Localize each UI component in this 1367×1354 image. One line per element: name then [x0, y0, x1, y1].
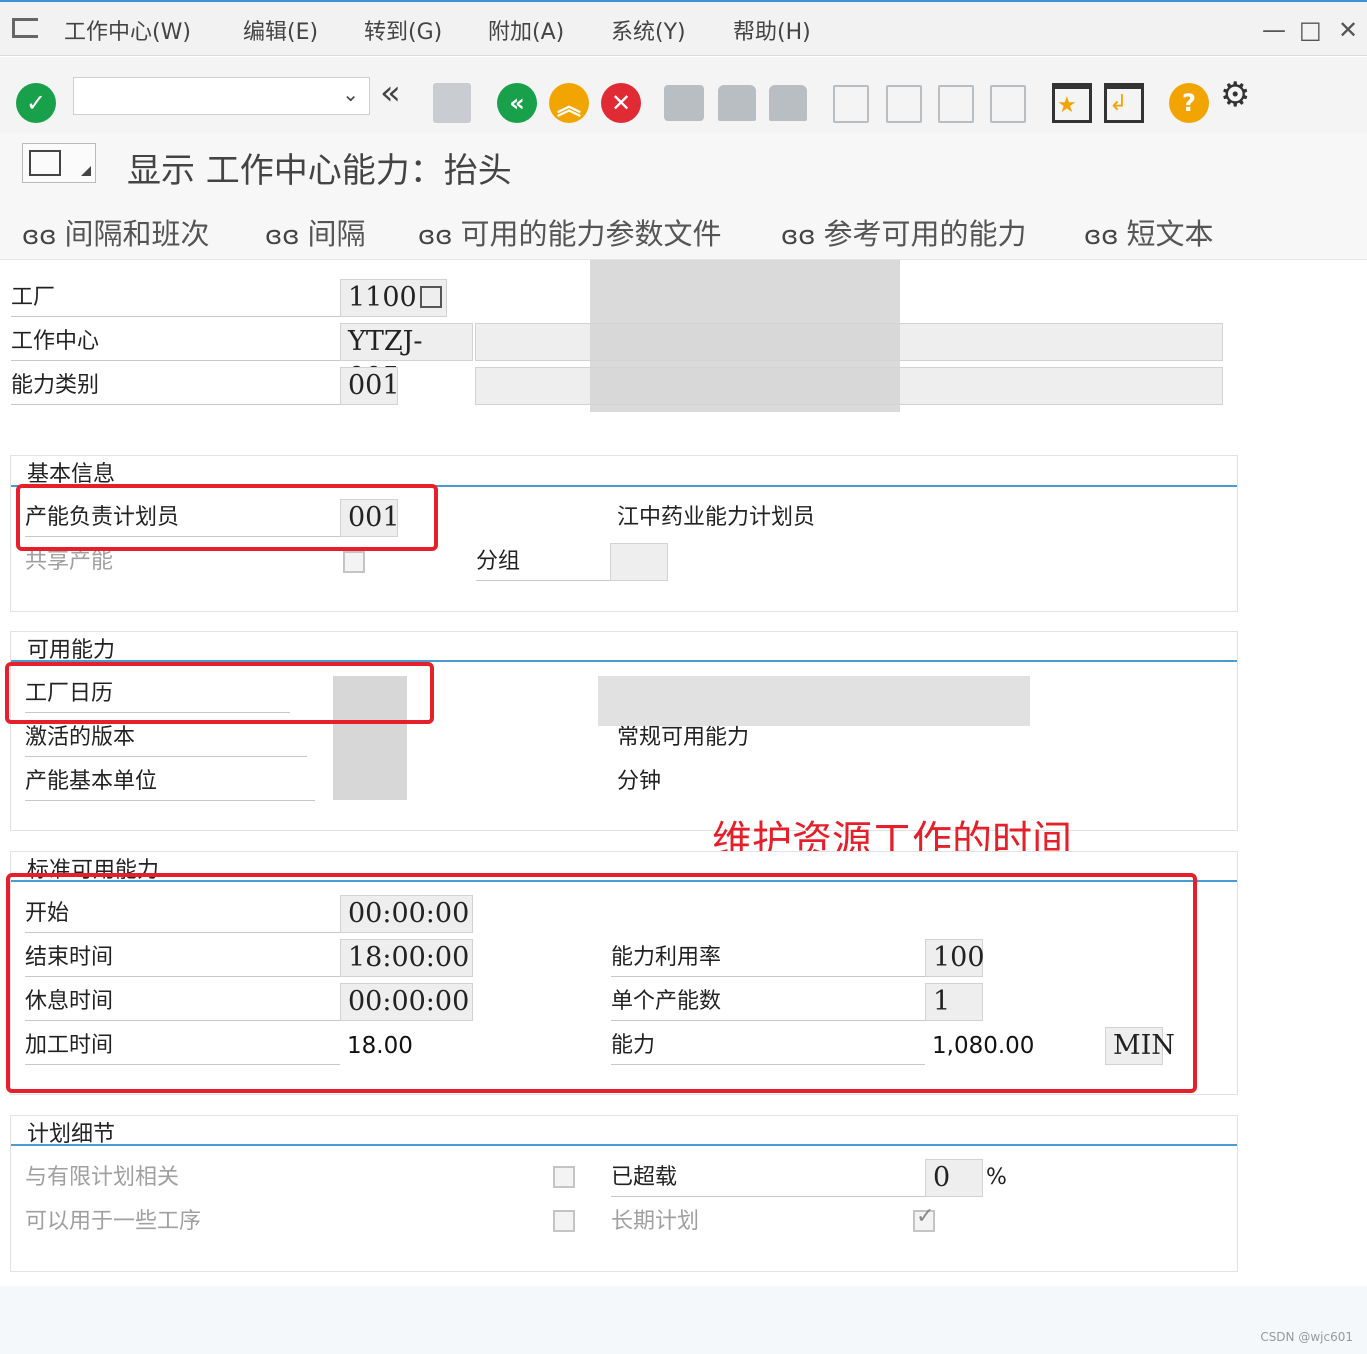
page-title: 显示 工作中心能力：抬头	[127, 151, 512, 191]
workcenter-label: 工作中心	[11, 323, 340, 361]
redacted-area	[590, 260, 900, 412]
find-next-icon[interactable]	[769, 85, 807, 121]
menu-bar: 工作中心(W) 编辑(E) 转到(G) 附加(A) 系统(Y) 帮助(H) — …	[0, 0, 1367, 56]
checkmark-icon: ✓	[916, 1204, 935, 1229]
shortcut-icon[interactable]: ↲	[1104, 83, 1144, 123]
value-help-icon[interactable]	[420, 286, 442, 308]
save-icon[interactable]	[433, 83, 471, 123]
command-field[interactable]: ⌄	[73, 77, 370, 115]
finite-scheduling-label: 与有限计划相关	[25, 1165, 180, 1190]
plant-field[interactable]: 1100	[340, 279, 447, 317]
finite-scheduling-checkbox[interactable]	[553, 1166, 575, 1188]
back-double-arrow-icon[interactable]: «	[380, 73, 401, 113]
short-text-button[interactable]: ɞɞ 短文本	[1084, 211, 1214, 253]
menu-extras[interactable]: 附加(A)	[488, 14, 564, 46]
intervals-button[interactable]: ɞɞ 间隔	[265, 211, 366, 253]
plant-value: 1100	[348, 282, 417, 313]
back-icon[interactable]: «	[497, 83, 537, 123]
reference-capacity-button[interactable]: ɞɞ 参考可用的能力	[781, 211, 1027, 253]
close-icon[interactable]: ✕	[1338, 16, 1358, 44]
menu-edit[interactable]: 编辑(E)	[243, 14, 318, 46]
glasses-icon: ɞɞ	[418, 221, 453, 251]
pooled-capacity-checkbox[interactable]	[343, 551, 365, 573]
overload-label: 已超载	[611, 1159, 925, 1197]
base-unit-label: 产能基本单位	[25, 763, 315, 801]
title-bar: 显示 工作中心能力：抬头	[0, 133, 1367, 197]
planning-details-divider	[11, 1144, 1237, 1146]
first-page-icon[interactable]	[833, 85, 869, 123]
settings-icon[interactable]: ⚙	[1220, 75, 1250, 115]
screen-icon	[29, 150, 61, 176]
active-version-label: 激活的版本	[25, 719, 307, 757]
cancel-icon[interactable]: ✕	[601, 83, 641, 123]
workcenter-field[interactable]: YTZJ-005	[340, 323, 473, 393]
maximize-icon[interactable]: □	[1299, 16, 1322, 44]
intervals-shifts-label: 间隔和班次	[64, 217, 210, 251]
minimize-icon[interactable]: —	[1262, 16, 1286, 44]
star-icon: ★	[1057, 93, 1077, 118]
highlight-standard-capacity	[6, 873, 1197, 1093]
overload-unit: %	[986, 1165, 1007, 1190]
available-capacity-profile-label: 可用的能力参数文件	[460, 217, 722, 251]
exit-icon[interactable]: ︽	[549, 83, 589, 123]
highlight-planner	[16, 484, 438, 551]
previous-page-icon[interactable]	[886, 85, 922, 123]
plant-label: 工厂	[11, 279, 340, 317]
footer-area	[0, 1286, 1367, 1354]
category-field[interactable]: 001	[340, 367, 400, 405]
planner-description: 江中药业能力计划员	[617, 505, 816, 530]
last-page-icon[interactable]	[990, 85, 1026, 123]
category-label: 能力类别	[11, 367, 340, 405]
watermark: CSDN @wjc601	[1260, 1330, 1353, 1344]
find-icon[interactable]	[718, 85, 756, 121]
short-text-label: 短文本	[1126, 217, 1214, 251]
help-icon[interactable]: ?	[1169, 83, 1209, 123]
next-page-icon[interactable]	[938, 85, 974, 123]
multiple-operations-checkbox[interactable]	[553, 1210, 575, 1232]
redacted-area	[598, 676, 1030, 726]
confirm-icon[interactable]: ✓	[16, 83, 56, 123]
highlight-factory-calendar	[5, 662, 434, 724]
grouping-label: 分组	[476, 543, 610, 581]
menu-icon[interactable]	[12, 18, 38, 38]
menu-goto[interactable]: 转到(G)	[364, 14, 442, 46]
intervals-shifts-button[interactable]: ɞɞ 间隔和班次	[22, 211, 210, 253]
menu-system[interactable]: 系统(Y)	[611, 14, 686, 46]
application-toolbar: ɞɞ 间隔和班次 ɞɞ 间隔 ɞɞ 可用的能力参数文件 ɞɞ 参考可用的能力 ɞɞ 短文本	[0, 197, 1367, 260]
menu-help[interactable]: 帮助(H)	[733, 14, 811, 46]
available-capacity-profile-button[interactable]: ɞɞ 可用的能力参数文件	[418, 211, 722, 253]
reference-capacity-label: 参考可用的能力	[823, 217, 1027, 251]
print-icon[interactable]	[664, 85, 704, 121]
create-session-icon[interactable]: ★	[1052, 83, 1092, 123]
glasses-icon: ɞɞ	[22, 221, 57, 251]
screen-menu-icon[interactable]	[22, 143, 96, 183]
base-unit-description: 分钟	[617, 769, 662, 794]
standard-toolbar: ✓ ⌄ « « ︽ ✕ ★ ↲ ? ⚙	[0, 57, 1367, 133]
multiple-operations-label: 可以用于一些工序	[25, 1209, 202, 1234]
menu-workcenter[interactable]: 工作中心(W)	[64, 14, 191, 46]
overload-field[interactable]: 0	[925, 1159, 983, 1197]
intervals-label: 间隔	[307, 217, 366, 251]
arrow-icon: ↲	[1109, 91, 1128, 116]
glasses-icon: ɞɞ	[1084, 221, 1119, 251]
grouping-field[interactable]	[610, 543, 668, 581]
long-term-planning-checkbox[interactable]: ✓	[913, 1204, 935, 1232]
triangle-icon	[81, 166, 91, 176]
long-term-planning-label: 长期计划	[611, 1209, 700, 1234]
chevron-down-icon[interactable]: ⌄	[342, 82, 359, 106]
glasses-icon: ɞɞ	[781, 221, 816, 251]
glasses-icon: ɞɞ	[265, 221, 300, 251]
